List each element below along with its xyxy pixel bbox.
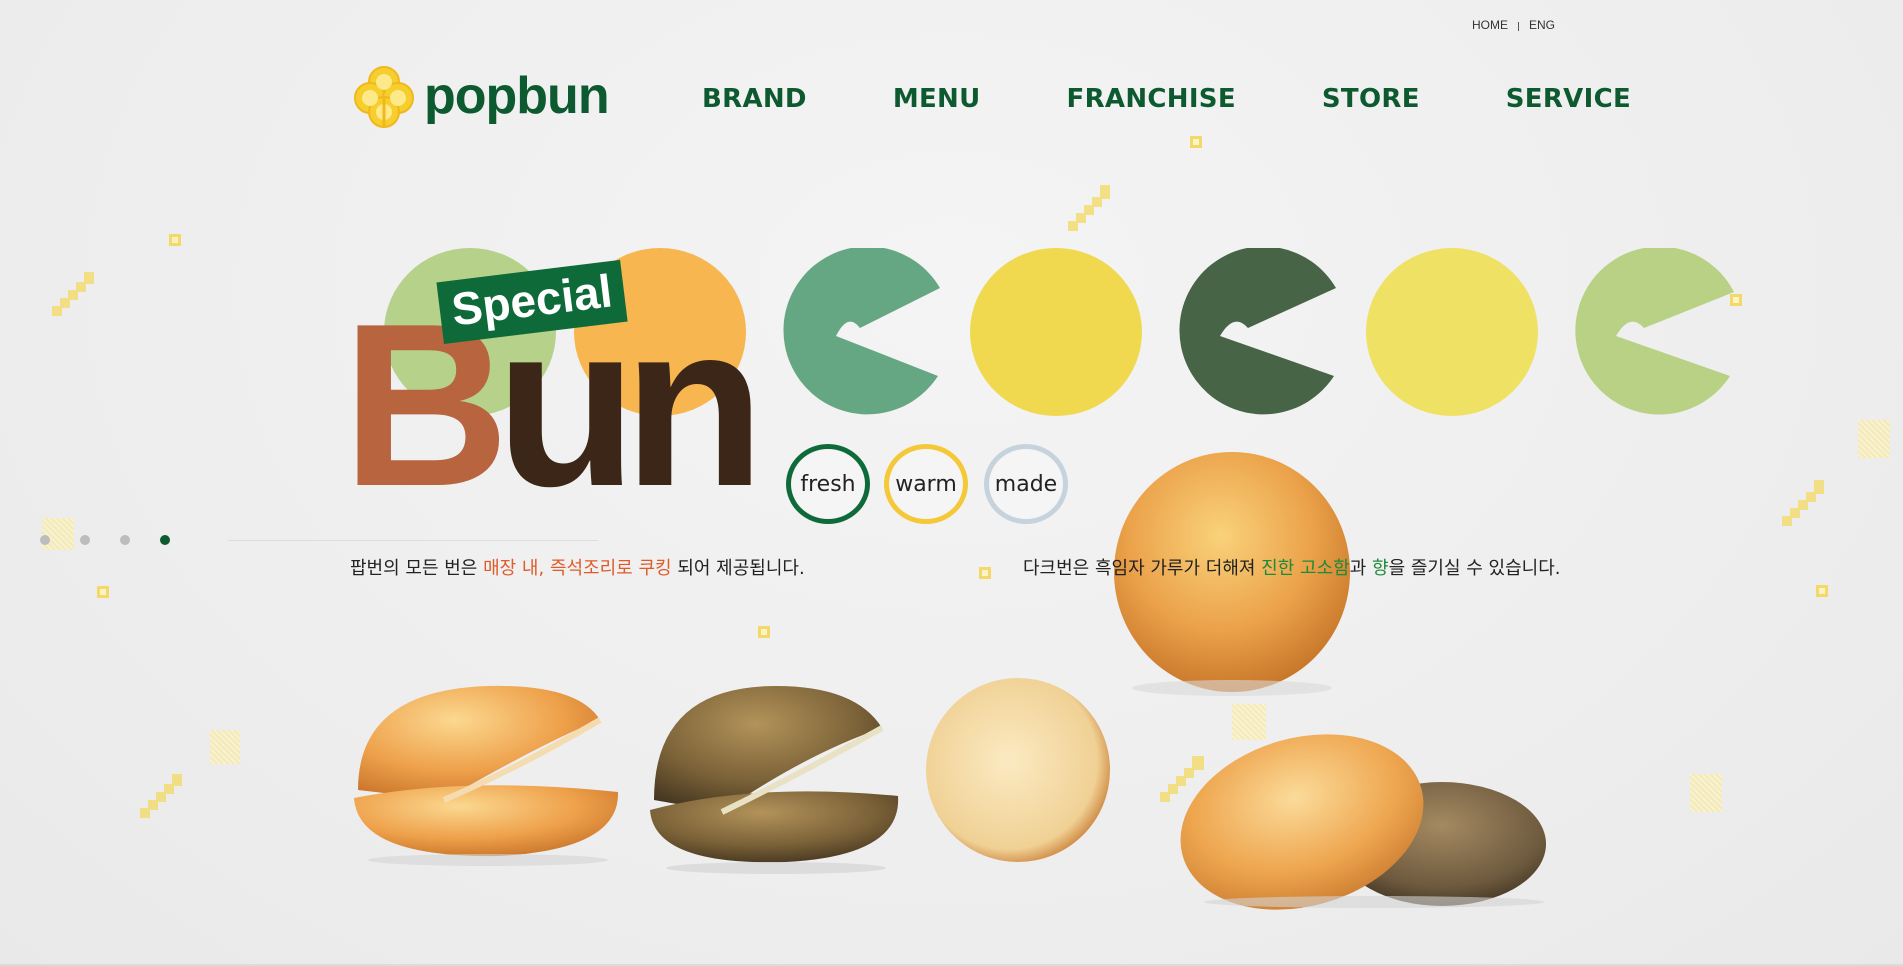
slider-dot-1[interactable] bbox=[40, 535, 50, 545]
tag-fresh: fresh bbox=[786, 444, 870, 524]
eng-link[interactable]: ENG bbox=[1529, 18, 1555, 32]
circle-pale-yellow bbox=[1366, 248, 1538, 416]
divider-line bbox=[228, 540, 598, 541]
slider-dots bbox=[40, 535, 170, 545]
deco-pattern bbox=[1690, 774, 1722, 812]
nav-brand[interactable]: BRAND bbox=[702, 84, 807, 114]
deco-square bbox=[979, 567, 991, 579]
left-desc-part2: 되어 제공됩니다. bbox=[671, 558, 805, 579]
pacman-circle-green bbox=[783, 248, 940, 415]
nav-franchise[interactable]: FRANCHISE bbox=[1067, 84, 1236, 114]
tag-warm: warm bbox=[884, 444, 968, 524]
deco-pattern bbox=[1858, 420, 1890, 458]
right-desc-part3: 을 즐기실 수 있습니다. bbox=[1388, 558, 1561, 579]
pixel-stair-icon bbox=[52, 272, 94, 316]
nav-store[interactable]: STORE bbox=[1322, 84, 1420, 114]
tag-warm-label: warm bbox=[895, 471, 957, 497]
utility-links: HOME ENG bbox=[1472, 18, 1555, 32]
main-nav: BRAND MENU FRANCHISE STORE SERVICE bbox=[702, 84, 1631, 114]
home-link[interactable]: HOME bbox=[1472, 18, 1508, 32]
tag-made: made bbox=[984, 444, 1068, 524]
pacman-circle-light-green bbox=[1575, 248, 1734, 415]
deco-pattern bbox=[210, 730, 240, 764]
circle-yellow bbox=[970, 248, 1142, 416]
right-desc-highlight2: 향 bbox=[1372, 558, 1389, 579]
nav-service[interactable]: SERVICE bbox=[1506, 84, 1631, 114]
open-bun-image bbox=[354, 685, 619, 866]
deco-square bbox=[1816, 585, 1828, 597]
left-desc-part1: 팝번의 모든 번은 bbox=[350, 558, 484, 579]
tag-fresh-label: fresh bbox=[800, 471, 856, 497]
dark-open-bun-image bbox=[650, 686, 899, 874]
left-desc-highlight: 매장 내, 즉석조리로 쿠킹 bbox=[483, 558, 672, 579]
deco-square bbox=[758, 626, 770, 638]
left-description: 팝번의 모든 번은 매장 내, 즉석조리로 쿠킹 되어 제공됩니다. bbox=[350, 554, 805, 580]
divider bbox=[1518, 22, 1519, 31]
deco-pattern bbox=[42, 518, 74, 550]
right-desc-part1: 다크번은 흑임자 가루가 더해져 bbox=[1023, 558, 1262, 579]
tag-made-label: made bbox=[994, 471, 1058, 497]
slider-dot-3[interactable] bbox=[120, 535, 130, 545]
deco-square bbox=[1190, 136, 1202, 148]
brand-name: popbun bbox=[424, 67, 610, 125]
logo[interactable]: popbun bbox=[350, 62, 610, 130]
pixel-stair-icon bbox=[1782, 480, 1824, 526]
deco-square bbox=[97, 586, 109, 598]
pixel-stair-icon bbox=[1068, 185, 1110, 231]
nav-menu[interactable]: MENU bbox=[893, 84, 981, 114]
pixel-stair-icon bbox=[140, 774, 182, 818]
pacman-circle-dark-green bbox=[1179, 248, 1336, 415]
right-desc-part2: 과 bbox=[1349, 558, 1372, 579]
slider-dot-2[interactable] bbox=[80, 535, 90, 545]
right-desc-highlight1: 진한 고소함 bbox=[1261, 558, 1350, 579]
slider-dot-4[interactable] bbox=[160, 535, 170, 545]
right-description: 다크번은 흑임자 가루가 더해져 진한 고소함과 향을 즐기실 수 있습니다. bbox=[1023, 554, 1561, 580]
clover-logo-icon bbox=[354, 66, 414, 128]
stacked-buns-image bbox=[1180, 734, 1546, 910]
deco-square bbox=[169, 234, 181, 246]
cut-bun-image bbox=[926, 678, 1110, 862]
